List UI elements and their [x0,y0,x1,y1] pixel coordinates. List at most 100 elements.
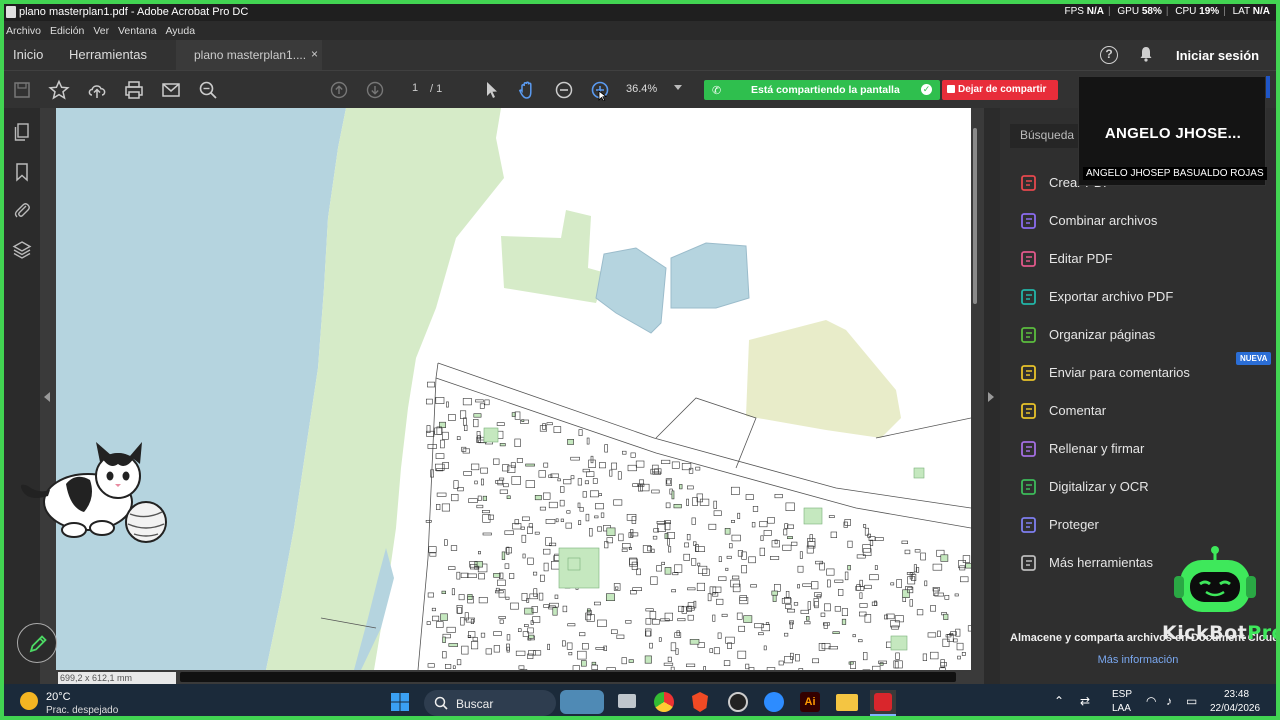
more-info-link[interactable]: Más información [1000,654,1276,666]
language-indicator[interactable]: ESP [1112,689,1132,700]
building-block [594,515,599,519]
brave-icon[interactable] [692,692,708,712]
clock-time[interactable]: 23:48 [1224,689,1249,700]
building-block [750,584,757,588]
building-block [485,648,492,655]
close-tab-icon[interactable]: × [311,47,318,61]
building-block [960,576,969,583]
building-block [625,620,632,624]
email-icon[interactable] [160,79,182,101]
building-block [429,552,437,557]
building-block [847,540,853,548]
page-down-icon[interactable] [364,79,386,101]
building-block [763,645,767,651]
battery-icon[interactable]: ▭ [1186,694,1197,708]
illustrator-icon[interactable]: Ai [800,692,820,712]
page-number-input[interactable]: 1 [402,82,428,98]
windows-start-icon[interactable] [390,692,410,712]
file-explorer-icon[interactable] [836,694,858,711]
horizontal-scrollbar[interactable] [180,672,956,682]
taskbar-search[interactable]: Buscar [424,690,556,716]
building-block [481,510,490,514]
collapse-left-panel-icon[interactable] [44,392,50,402]
building-block [924,580,928,587]
building-block [521,534,527,543]
tray-chevron-up-icon[interactable]: ⌃ [1054,694,1064,708]
building-block [506,634,511,641]
print-icon[interactable] [123,79,145,101]
building-block [905,585,913,590]
menu-ventana[interactable]: Ventana [116,21,161,37]
bookmark-icon[interactable] [12,162,32,182]
keyboard-layout-indicator[interactable]: LAA [1112,703,1131,714]
building-block [523,624,529,627]
masterplan-map-page[interactable] [56,108,971,670]
wifi-icon[interactable]: ◠ [1146,694,1156,708]
vertical-scrollbar[interactable] [973,128,977,304]
edit-pdf-fab[interactable] [17,623,57,663]
signin-button[interactable]: Iniciar sesión [1176,48,1259,63]
building-block [463,471,472,476]
building-block [811,581,819,590]
building-block [767,517,775,524]
building-block [791,541,798,546]
building-block [504,530,514,535]
chevron-down-icon[interactable] [674,85,682,90]
building-block [586,471,595,478]
widget-landscape-icon[interactable] [560,690,604,714]
stop-sharing-button[interactable]: Dejar de compartir [942,80,1058,100]
building-block [789,621,793,629]
acrobat-taskbar-icon[interactable] [870,690,896,716]
zoom-level-input[interactable]: 36.4% [626,83,657,95]
layers-icon[interactable] [12,240,32,260]
menu-archivo[interactable]: Archivo [4,21,45,37]
chrome-icon[interactable] [654,692,674,712]
tool-label: Exportar archivo PDF [1049,289,1174,304]
menu-edicion[interactable]: Edición [48,21,88,37]
page-thumbnails-icon[interactable] [12,122,32,142]
building-block [834,606,841,612]
page-up-icon[interactable] [328,79,350,101]
building-block [584,480,590,485]
building-block [805,616,810,621]
task-view-icon[interactable] [618,694,636,708]
cloud-upload-icon[interactable] [86,79,108,101]
building-block [726,555,732,559]
participant-video-tile[interactable]: ANGELO JHOSE... ANGELO JHOSEP BASUALDO R… [1078,76,1267,186]
bell-icon[interactable] [1139,46,1153,62]
menu-ver[interactable]: Ver [91,21,113,37]
zoom-out-icon[interactable] [553,79,575,101]
zoom-icon[interactable] [764,692,784,712]
tab-home[interactable]: Inicio [13,47,43,62]
building-block [559,499,565,507]
kickbot-brand-pro: Pro [1247,622,1276,644]
clock-date[interactable]: 22/04/2026 [1210,703,1260,714]
cat-sticker-icon [20,442,167,543]
tray-network-misc-icon[interactable]: ⇄ [1080,694,1090,708]
help-icon[interactable]: ? [1100,46,1118,64]
building-block [841,618,847,625]
select-tool-icon[interactable] [480,79,502,101]
document-viewer[interactable]: 699,2 x 612,1 mm [40,108,994,684]
menu-ayuda[interactable]: Ayuda [163,21,199,37]
building-block [589,527,593,537]
collapse-right-panel-icon[interactable] [988,392,994,402]
volume-icon[interactable]: ♪ [1166,694,1172,708]
building-block [904,549,911,555]
star-icon[interactable] [48,79,70,101]
building-block [798,668,804,670]
tab-document[interactable]: plano masterplan1.... × [176,40,322,70]
building-block [610,629,618,634]
find-zoom-icon[interactable] [197,79,219,101]
tab-tools[interactable]: Herramientas [69,47,147,62]
hand-tool-icon[interactable] [516,79,538,101]
attachment-icon[interactable] [12,200,32,220]
obs-icon[interactable] [728,692,748,712]
weather-widget[interactable]: 20°C Prac. despejado [16,688,136,716]
building-block [650,576,658,585]
building-block [872,665,881,670]
building-block [652,618,660,625]
save-icon[interactable] [11,79,33,101]
building-block [478,596,488,604]
zoom-in-icon[interactable] [589,79,611,102]
